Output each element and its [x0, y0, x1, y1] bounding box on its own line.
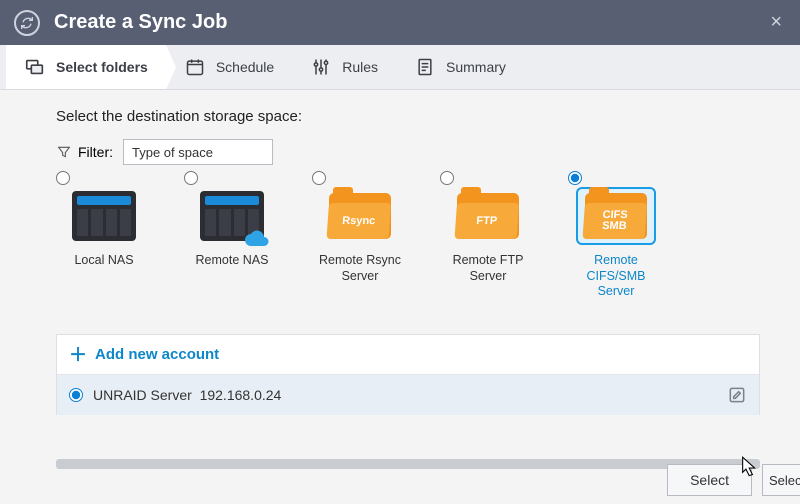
folder-cifs-icon: CIFS SMB [585, 193, 647, 239]
space-label: Remote FTP Server [440, 253, 536, 284]
radio-remote-cifs[interactable] [568, 171, 582, 185]
step-summary[interactable]: Summary [396, 45, 524, 89]
section-heading: Select the destination storage space: [56, 108, 760, 125]
account-radio[interactable] [69, 388, 83, 402]
horizontal-scrollbar[interactable] [56, 459, 760, 469]
account-address: 192.168.0.24 [200, 387, 282, 403]
edit-icon[interactable] [727, 385, 747, 405]
select-button-partial[interactable]: Selec [762, 464, 800, 496]
folder-rsync-icon: Rsync [329, 193, 391, 239]
wizard-steps: Select folders Schedule Rules Summary [0, 45, 800, 90]
filter-input[interactable] [123, 139, 273, 165]
space-remote-ftp[interactable]: FTP Remote FTP Server [440, 171, 536, 300]
filter-label: Filter: [78, 144, 113, 160]
space-label: Remote Rsync Server [312, 253, 408, 284]
filter-icon [56, 144, 72, 160]
space-label: Remote CIFS/SMB Server [568, 253, 664, 300]
window-title: Create a Sync Job [54, 11, 766, 34]
space-remote-nas[interactable]: Remote NAS [184, 171, 280, 300]
account-name: UNRAID Server [93, 387, 192, 403]
add-account-label: Add new account [95, 346, 219, 363]
account-row[interactable]: UNRAID Server 192.168.0.24 [57, 375, 759, 415]
filter-row: Filter: [56, 139, 760, 165]
step-label: Summary [446, 59, 506, 75]
step-select-folders[interactable]: Select folders [6, 45, 166, 89]
step-label: Select folders [56, 59, 148, 75]
space-remote-rsync[interactable]: Rsync Remote Rsync Server [312, 171, 408, 300]
nas-icon [72, 191, 136, 241]
space-label: Local NAS [74, 253, 133, 269]
sliders-icon [310, 56, 332, 78]
space-remote-cifs[interactable]: CIFS SMB Remote CIFS/SMB Server [568, 171, 664, 300]
step-label: Schedule [216, 59, 274, 75]
nas-cloud-icon [200, 191, 264, 241]
step-schedule[interactable]: Schedule [166, 45, 292, 89]
plus-icon: ＋ [69, 341, 87, 367]
folders-icon [24, 56, 46, 78]
radio-remote-ftp[interactable] [440, 171, 454, 185]
select-button[interactable]: Select [667, 464, 752, 496]
close-icon[interactable]: × [766, 7, 786, 38]
space-type-row: Local NAS Remote NAS Rsync Remote Rsync … [56, 171, 760, 300]
sync-app-icon [14, 10, 40, 36]
add-account-button[interactable]: ＋ Add new account [57, 335, 759, 375]
step-label: Rules [342, 59, 378, 75]
space-label: Remote NAS [196, 253, 269, 269]
document-icon [414, 56, 436, 78]
accounts-panel: ＋ Add new account UNRAID Server 192.168.… [56, 334, 760, 415]
content-area: Select the destination storage space: Fi… [0, 90, 800, 449]
radio-remote-nas[interactable] [184, 171, 198, 185]
footer-actions: Select Selec [667, 464, 800, 496]
radio-remote-rsync[interactable] [312, 171, 326, 185]
step-rules[interactable]: Rules [292, 45, 396, 89]
folder-ftp-icon: FTP [457, 193, 519, 239]
space-local-nas[interactable]: Local NAS [56, 171, 152, 300]
titlebar: Create a Sync Job × [0, 0, 800, 45]
calendar-icon [184, 56, 206, 78]
radio-local-nas[interactable] [56, 171, 70, 185]
